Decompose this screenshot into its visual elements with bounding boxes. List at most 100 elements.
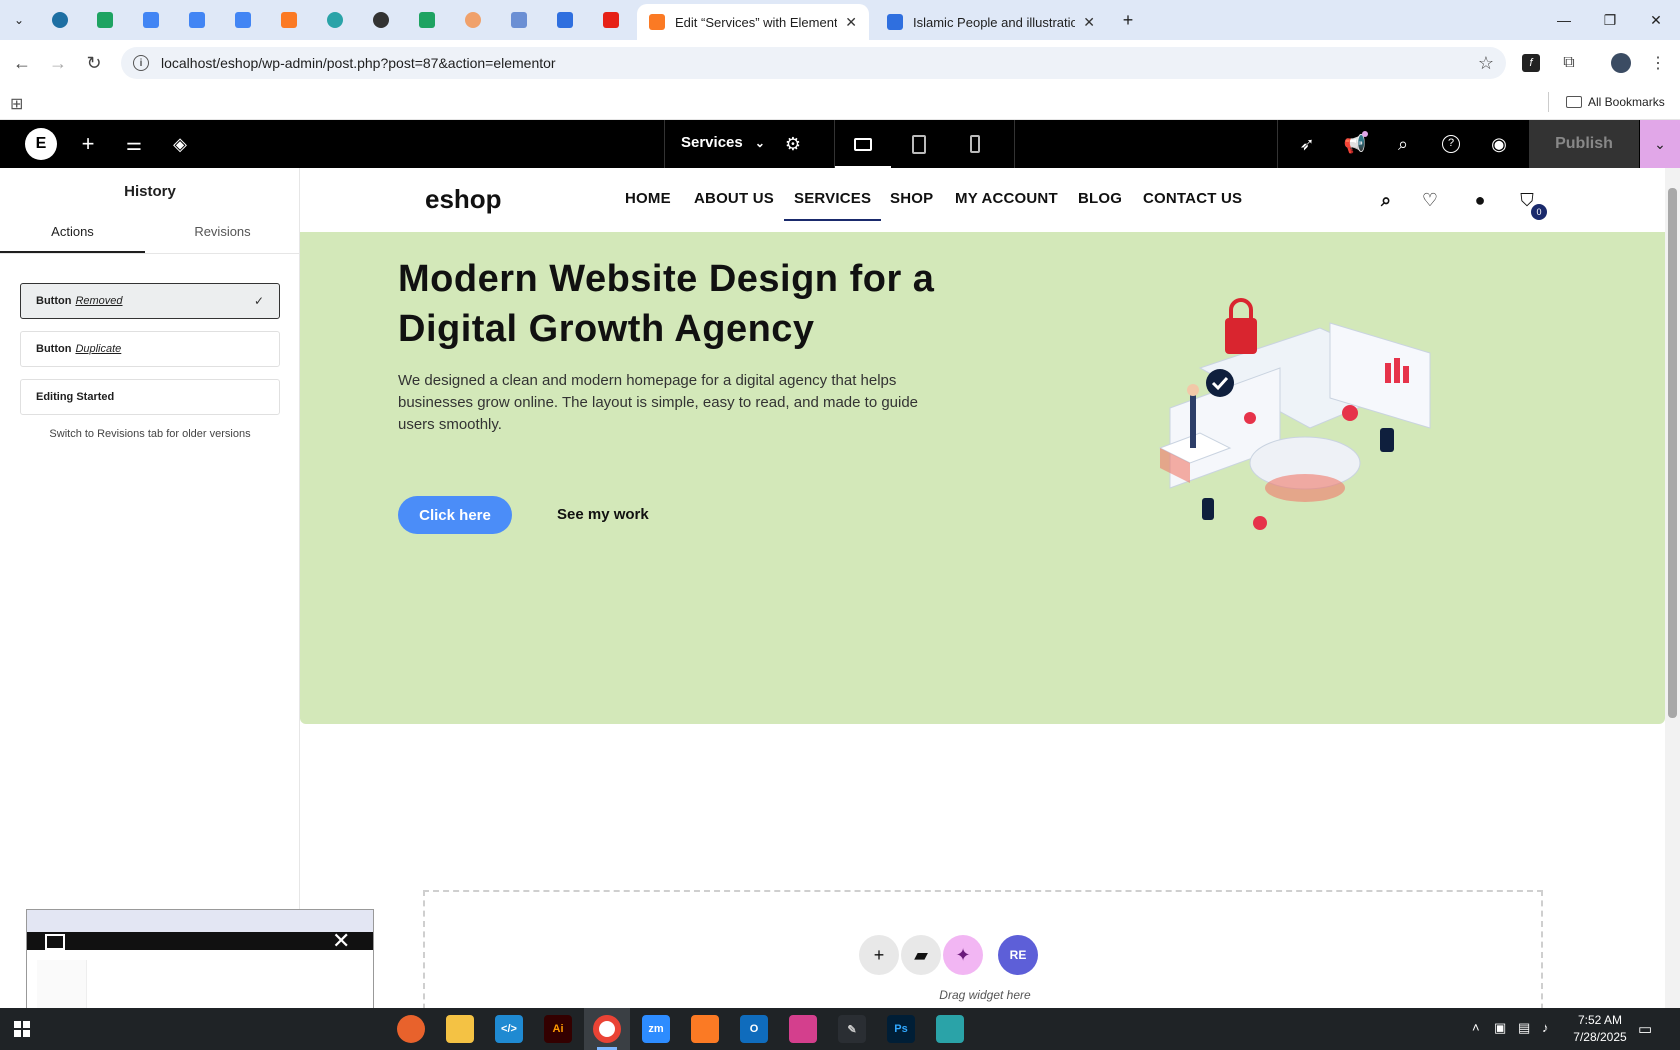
tab-revisions[interactable]: Revisions	[150, 224, 295, 254]
pinned-tab-youtube[interactable]	[599, 8, 623, 32]
tab-actions[interactable]: Actions	[0, 224, 145, 254]
publish-button[interactable]: Publish	[1529, 120, 1639, 168]
start-windows-icon[interactable]	[14, 1021, 30, 1037]
pinned-tab-app[interactable]	[461, 8, 485, 32]
vscode-icon[interactable]: </>	[495, 1015, 523, 1043]
back-arrow-icon[interactable]: ←	[7, 48, 37, 78]
pinned-tab-app[interactable]	[323, 8, 347, 32]
scrollbar-thumb[interactable]	[1668, 188, 1677, 718]
hero-heading[interactable]: Modern Website Design for a Digital Grow…	[398, 254, 1018, 354]
site-info-icon[interactable]: i	[133, 55, 149, 71]
all-bookmarks-button[interactable]: All Bookmarks	[1566, 95, 1665, 109]
url-input[interactable]: i localhost/eshop/wp-admin/post.php?post…	[121, 47, 1506, 79]
search-icon[interactable]: ⌕	[1388, 129, 1418, 159]
restore-window-icon[interactable]: ❐	[1587, 0, 1633, 40]
add-template-folder-icon[interactable]: ▰	[901, 935, 941, 975]
pinned-tab-docs[interactable]	[185, 8, 209, 32]
system-clock[interactable]: 7:52 AM 7/28/2025	[1565, 1012, 1635, 1046]
close-window-icon[interactable]: ✕	[1633, 0, 1679, 40]
preview-scrollbar[interactable]	[1665, 168, 1680, 1008]
wishlist-heart-icon[interactable]: ♡	[1418, 188, 1442, 212]
extension-f-icon[interactable]: f	[1516, 48, 1546, 78]
rocket-icon[interactable]: ➶	[1292, 129, 1322, 159]
extensions-puzzle-icon[interactable]: ⧉	[1554, 48, 1584, 78]
close-tab-icon[interactable]: ✕	[845, 14, 857, 31]
widget-drop-zone[interactable]: + ▰ ✦ RE Drag widget here	[423, 890, 1543, 1008]
pinned-tab-chatgpt[interactable]	[369, 8, 393, 32]
hero-text[interactable]: We designed a clean and modern homepage …	[398, 370, 928, 436]
chrome-icon[interactable]	[593, 1015, 621, 1043]
pen-tool-icon[interactable]: ✎	[838, 1015, 866, 1043]
close-tab-icon[interactable]: ✕	[1083, 14, 1095, 31]
browser-menu-icon[interactable]: ⋮	[1643, 48, 1673, 78]
photoshop-icon[interactable]: Ps	[887, 1015, 915, 1043]
page-selector[interactable]: Services ⌄	[681, 134, 765, 151]
docs-favicon-icon	[887, 14, 903, 30]
help-icon[interactable]: ?	[1436, 129, 1466, 159]
menu-item-blog[interactable]: BLOG	[1078, 190, 1122, 207]
see-my-work-button[interactable]: See my work	[557, 506, 649, 523]
minimize-window-icon[interactable]: —	[1541, 0, 1587, 40]
menu-item-home[interactable]: HOME	[625, 190, 671, 207]
menu-item-contact-us[interactable]: CONTACT US	[1143, 190, 1242, 207]
volume-icon[interactable]: ♪	[1542, 1020, 1549, 1035]
pinned-tab-docs[interactable]	[139, 8, 163, 32]
file-explorer-icon[interactable]	[446, 1015, 474, 1043]
site-search-icon[interactable]: ⌕	[1374, 188, 1398, 212]
site-logo[interactable]: eshop	[425, 184, 502, 215]
apps-grid-icon[interactable]: ⊞	[10, 94, 23, 114]
tab-islamic-people[interactable]: Islamic People and illustration ✕	[875, 4, 1107, 40]
outlook-icon[interactable]: O	[740, 1015, 768, 1043]
structure-layers-icon[interactable]: ◈	[165, 129, 195, 159]
zoom-icon[interactable]: zm	[642, 1015, 670, 1043]
pinned-tab-xampp[interactable]	[277, 8, 301, 32]
notifications-megaphone-icon[interactable]: 📢	[1340, 129, 1370, 159]
pinned-tab-app[interactable]	[507, 8, 531, 32]
ai-sparkle-icon[interactable]: ✦	[943, 935, 983, 975]
pinned-tab-sheets[interactable]	[415, 8, 439, 32]
site-settings-sliders-icon[interactable]: ⚌	[119, 129, 149, 159]
tab-edit-services[interactable]: Edit “Services” with Elementor ✕	[637, 4, 869, 40]
history-item-editing-started[interactable]: Editing Started	[20, 379, 280, 415]
add-element-plus-icon[interactable]: +	[73, 129, 103, 159]
menu-item-shop[interactable]: SHOP	[890, 190, 933, 207]
re-addon-icon[interactable]: RE	[998, 935, 1038, 975]
menu-item-my-account[interactable]: MY ACCOUNT	[955, 190, 1058, 207]
profile-avatar-icon[interactable]	[1606, 48, 1636, 78]
bookmark-star-icon[interactable]: ☆	[1478, 53, 1494, 74]
preview-eye-icon[interactable]: ◉	[1484, 129, 1514, 159]
tab-search-dropdown-icon[interactable]: ⌄	[7, 8, 31, 32]
elementor-logo-icon[interactable]: E	[25, 128, 57, 160]
page-settings-gear-icon[interactable]: ⚙	[778, 129, 808, 159]
firefox-icon[interactable]	[397, 1015, 425, 1043]
xampp-icon[interactable]	[691, 1015, 719, 1043]
notifications-icon[interactable]: ▭	[1638, 1020, 1652, 1038]
new-tab-plus-icon[interactable]: +	[1116, 8, 1140, 32]
pinned-tab-wordpress[interactable]	[48, 8, 72, 32]
network-icon[interactable]: ▤	[1518, 1020, 1530, 1036]
click-here-button[interactable]: Click here	[398, 496, 512, 534]
hero-section[interactable]: Modern Website Design for a Digital Grow…	[300, 232, 1665, 724]
pinned-tab-sheets[interactable]	[93, 8, 117, 32]
menu-item-services[interactable]: SERVICES	[784, 190, 882, 221]
illustrator-icon[interactable]: Ai	[544, 1015, 572, 1043]
pinned-tab-docs[interactable]	[231, 8, 255, 32]
menu-item-about-us[interactable]: ABOUT US	[694, 190, 774, 207]
add-section-plus-icon[interactable]: +	[859, 935, 899, 975]
mobile-device-icon[interactable]	[960, 129, 990, 159]
tablet-device-icon[interactable]	[904, 129, 934, 159]
reload-icon[interactable]: ↻	[79, 48, 109, 78]
publish-options-chevron-icon[interactable]: ⌄	[1640, 120, 1680, 168]
app-icon[interactable]	[936, 1015, 964, 1043]
tray-chevron-icon[interactable]: ˄	[1472, 1020, 1480, 1035]
creative-cloud-icon[interactable]	[789, 1015, 817, 1043]
tray-app-icon[interactable]: ▣	[1494, 1020, 1506, 1036]
account-user-icon[interactable]: ●	[1468, 188, 1492, 212]
pinned-tab-forms[interactable]	[553, 8, 577, 32]
history-item-button-removed[interactable]: Button Removed ✓	[20, 283, 280, 319]
pip-capture-icon[interactable]	[45, 934, 65, 950]
history-item-button-duplicate[interactable]: Button Duplicate	[20, 331, 280, 367]
forward-arrow-icon[interactable]: →	[43, 48, 73, 78]
desktop-device-icon[interactable]	[848, 129, 878, 159]
pip-close-icon[interactable]: ✕	[332, 928, 350, 954]
